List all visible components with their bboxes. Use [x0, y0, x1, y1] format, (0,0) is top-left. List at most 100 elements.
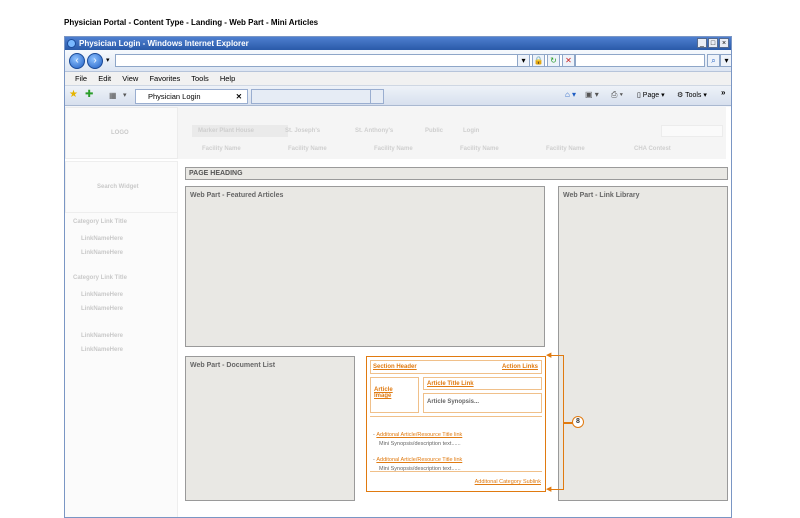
page-menu[interactable]: ▯ Page ▾: [637, 91, 665, 99]
left-nav-link[interactable]: LinkNameHere: [81, 347, 123, 353]
page-heading-bar: PAGE HEADING: [185, 167, 728, 180]
menu-help[interactable]: Help: [220, 74, 235, 83]
page-heading: PAGE HEADING: [189, 170, 243, 177]
tools-label: Tools: [685, 92, 702, 99]
action-links[interactable]: Action Links: [502, 364, 538, 370]
mini-articles-webpart: Section Header Action Links Article Imag…: [366, 356, 546, 492]
tab-bar: ★ ✚ ▦ ▾ Physician Login ✕ ⌂ ▾ ▣ ▾ ⎙ ▾ ▯ …: [65, 86, 731, 106]
article-image-link[interactable]: Article Image: [374, 387, 404, 399]
additional-article-synopsis: Mini Synopsis/description text......: [379, 441, 461, 447]
left-sidebar: Search Widget Category Link Title LinkNa…: [65, 161, 178, 517]
left-nav-link[interactable]: LinkNameHere: [81, 236, 123, 242]
additional-article-synopsis: Mini Synopsis/description text......: [379, 466, 461, 472]
section-header-link[interactable]: Section Header: [373, 364, 417, 370]
page-label: Page: [642, 92, 660, 99]
list-item: - Additonal Article/Resource Title link …: [373, 423, 462, 447]
browser-window: Physician Login - Windows Internet Explo…: [64, 36, 732, 518]
top-nav-item[interactable]: St. Anthony's: [355, 128, 393, 134]
category-link-title[interactable]: Category Link Title: [73, 275, 127, 281]
close-window-button[interactable]: ×: [719, 38, 729, 48]
search-widget-box[interactable]: Search Widget: [65, 161, 178, 213]
lock-icon[interactable]: 🔒: [532, 54, 545, 67]
favorites-star-icon[interactable]: ★: [69, 89, 78, 100]
home-icon[interactable]: ⌂ ▾: [565, 90, 576, 99]
article-title-link[interactable]: Article Title Link: [427, 381, 474, 387]
search-icon[interactable]: ⌕: [707, 54, 720, 67]
print-icon[interactable]: ⎙ ▾: [611, 90, 623, 100]
top-nav-item[interactable]: Login: [463, 128, 479, 134]
ie-logo-icon: [67, 39, 76, 48]
window-title: Physician Login - Windows Internet Explo…: [79, 39, 249, 48]
new-tab-stub[interactable]: [370, 89, 384, 104]
web-page: LOGO Marker Plant House St. Joseph's St.…: [65, 107, 731, 517]
document-list-title: Web Part - Document List: [190, 362, 276, 369]
additional-articles-list: - Additonal Article/Resource Title link …: [370, 416, 542, 472]
additional-article-link[interactable]: Additonal Article/Resource Title link: [376, 457, 462, 463]
feeds-icon[interactable]: ▣ ▾: [585, 90, 599, 99]
article-image[interactable]: Article Image: [370, 377, 419, 413]
list-item: - Additonal Article/Resource Title link …: [373, 448, 462, 472]
menu-view[interactable]: View: [122, 74, 138, 83]
search-widget: Search Widget: [97, 184, 139, 190]
tab-physician-login[interactable]: Physician Login ✕: [135, 89, 248, 104]
left-nav-link[interactable]: LinkNameHere: [81, 250, 123, 256]
address-bar-row: ‹ › ▾ ▾ 🔒 ↻ ✕ ⌕ ▾: [65, 50, 731, 72]
featured-articles-title: Web Part - Featured Articles: [190, 192, 284, 199]
gear-icon: ⚙: [677, 92, 686, 99]
document-title: Physician Portal - Content Type - Landin…: [64, 18, 319, 27]
tab-list-icon[interactable]: ▾: [123, 91, 127, 99]
link-library-title: Web Part - Link Library: [563, 192, 640, 199]
top-nav-item[interactable]: St. Joseph's: [285, 128, 320, 134]
tools-menu[interactable]: ⚙ Tools ▾: [677, 91, 707, 99]
chevron-more-icon[interactable]: »: [721, 88, 725, 97]
back-arrow-icon[interactable]: ‹: [69, 53, 85, 69]
search-input[interactable]: [575, 54, 705, 67]
facility-nav-item[interactable]: Facility Name: [288, 146, 327, 152]
header-search-box[interactable]: [661, 125, 723, 137]
callout-bracket: [548, 355, 564, 490]
category-link-title[interactable]: Category Link Title: [73, 219, 127, 225]
menu-favorites[interactable]: Favorites: [149, 74, 180, 83]
add-favorites-icon[interactable]: ✚: [85, 89, 93, 100]
facility-nav-item[interactable]: Facility Name: [374, 146, 413, 152]
top-nav-item[interactable]: Public: [425, 128, 443, 134]
new-tab-button[interactable]: [251, 89, 371, 104]
logo-area: LOGO: [65, 107, 178, 159]
category-sublink[interactable]: Additonal Category Sublink: [475, 479, 541, 485]
logo: LOGO: [111, 130, 129, 136]
left-nav-link[interactable]: LinkNameHere: [81, 306, 123, 312]
menu-tools[interactable]: Tools: [191, 74, 209, 83]
facility-nav-item[interactable]: Facility Name: [202, 146, 241, 152]
article-synopsis: Article Synopsis...: [427, 399, 480, 405]
history-dropdown-icon[interactable]: ▾: [106, 56, 110, 64]
callout-number-badge: 8: [572, 416, 584, 428]
additional-article-link[interactable]: Additonal Article/Resource Title link: [376, 432, 462, 438]
menu-edit[interactable]: Edit: [98, 74, 111, 83]
maximize-button[interactable]: □: [708, 38, 718, 48]
arrow-left-icon: ◀: [546, 486, 552, 493]
address-input[interactable]: [115, 54, 563, 67]
article-title-box: Article Title Link: [423, 377, 542, 390]
header-area: Marker Plant House St. Joseph's St. Anth…: [178, 107, 726, 159]
menu-bar: File Edit View Favorites Tools Help: [65, 72, 731, 86]
left-nav-link[interactable]: LinkNameHere: [81, 333, 123, 339]
close-tab-icon[interactable]: ✕: [236, 90, 242, 103]
window-controls: _ □ ×: [697, 38, 729, 48]
menu-file[interactable]: File: [75, 74, 87, 83]
quick-tabs-icon[interactable]: ▦: [109, 91, 117, 100]
address-dropdown-icon[interactable]: ▾: [517, 54, 530, 67]
arrow-left-icon: ◀: [546, 352, 552, 359]
link-library-webpart: Web Part - Link Library: [558, 186, 728, 501]
stop-icon[interactable]: ✕: [562, 54, 575, 67]
document-list-webpart: Web Part - Document List: [185, 356, 355, 501]
refresh-icon[interactable]: ↻: [547, 54, 560, 67]
left-nav-link[interactable]: LinkNameHere: [81, 292, 123, 298]
search-options-icon[interactable]: ▾: [720, 54, 731, 67]
minimize-button[interactable]: _: [697, 38, 707, 48]
forward-arrow-icon[interactable]: ›: [87, 53, 103, 69]
top-nav-item[interactable]: Marker Plant House: [198, 128, 254, 134]
window-titlebar: Physician Login - Windows Internet Explo…: [65, 37, 731, 50]
facility-nav-item[interactable]: CHA Contest: [634, 146, 671, 152]
facility-nav-item[interactable]: Facility Name: [546, 146, 585, 152]
facility-nav-item[interactable]: Facility Name: [460, 146, 499, 152]
